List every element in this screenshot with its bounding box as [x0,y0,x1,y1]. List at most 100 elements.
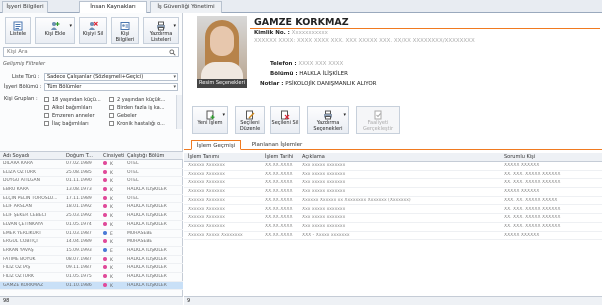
table-row[interactable]: Xxxxxx Xxxxxxx XX.XX.XXXX Xxx xxxxx xxxxxx… [184,214,602,223]
cell-birthdate: 07.02.1989 [66,161,92,166]
history-grid-header: İşlem Tanımı İşlem Tarihi Açıklama Sorum… [184,153,602,162]
table-row[interactable]: ERKAN YAVAŞ 15.09.1993 E HALKLA İLİŞKİLER [0,247,183,256]
chevron-down-icon[interactable]: ▾ [343,112,346,118]
table-row[interactable]: ELİZA ÖZTÜRK 25.08.1985 K OTEL [0,169,183,178]
table-row[interactable]: Xxxxxx Xxxxxxx XX.XX.XXXX Xxx xxxxx xxxxxx… [184,206,602,215]
cell-name: ERKAN YAVAŞ [3,247,34,253]
advanced-filters-header[interactable]: Gelişmiş Filtreler [3,61,45,67]
photo-options-button[interactable]: Resim Seçenekleri [197,79,247,88]
new-action-button[interactable]: Yeni İşlem ▾ [192,106,228,134]
print-options-button[interactable]: Yazdırma Seçenekleri ▾ [307,106,349,134]
table-row[interactable]: Xxxxxx Xxxxxxx XX.XX.XXXX Xxxxxx Xxxxxx xx… [184,197,602,206]
group-checkbox[interactable]: Gebeler [109,112,137,120]
cell-department: HALKLA İLİŞKİLER [127,247,167,253]
table-row[interactable]: ELÇİN PELİN TOROSLU... 17.11.1989 K OTEL [0,195,183,204]
cell-gender: K [103,239,125,245]
chevron-down-icon[interactable]: ▾ [222,112,225,118]
cell-birthdate: 25.08.1985 [66,169,92,175]
print-options-label: Yazdırma Seçenekleri [313,120,343,132]
list-type-select[interactable]: Sadece Çalışanlar (Sözleşmeli+Geçici) ▾ [44,73,178,81]
cell-responsible: XXXXX XXXXXX [504,163,540,168]
cell-action-date: XX.XX.XXXX [265,189,293,195]
complete-activity-button[interactable]: Faaliyeti Gerçekleştir [356,106,400,134]
cell-action-date: XX.XX.XXXX [265,232,293,238]
cell-responsible: XXX. XX. XXXXX XXXXX [504,197,558,203]
group-checkbox[interactable]: 2 yaşından küçük... [109,96,165,104]
table-row[interactable]: Xxxxxx Xxxxxxx XX.XX.XXXX Xxx xxxxx xxxxxx… [184,223,602,232]
person-info-label: Kişi Bilgileri [115,31,135,43]
groups-scrollbar[interactable] [176,95,182,129]
column-action-date[interactable]: İşlem Tarihi [265,154,293,160]
table-row[interactable]: Xxxxxx Xxxxxxx XX.XX.XXXX Xxx xxxxx xxxxxx… [184,171,602,180]
table-row[interactable]: ELİF ARSLAN 18.01.1992 K HALKLA İLİŞKİLER [0,203,183,213]
column-birthdate[interactable]: Doğum T... [66,153,93,159]
table-row[interactable]: ELİF ŞEKER CEBECİ 25.03.1992 K HALKLA İLİŞK… [0,212,183,221]
table-row[interactable]: FİLİZ ÖZTAŞ 09.11.1987 K HALKLA İLİŞKİLER [0,264,183,273]
table-row[interactable]: DİLARA KARA 07.02.1989 K OTEL [0,160,183,169]
cell-gender: K [103,169,125,176]
cell-birthdate: 01.10.1986 [66,282,92,288]
person-search-input[interactable] [7,48,167,56]
group-checkbox[interactable]: Emzeren anneler [44,112,95,120]
person-info-button[interactable]: Kişi Bilgileri [111,17,139,44]
cell-birthdate: 01.11.1990 [66,178,92,184]
table-row[interactable]: GAMZE KORKMAZ 01.10.1986 K HALKLA İLİŞKİLER [0,281,183,291]
cell-birthdate: 01.05.1975 [66,273,92,279]
group-checkbox[interactable]: Birden fazla iş ka... [109,104,165,112]
people-grid: DİLARA KARA 07.02.1989 K OTEL ELİZA ÖZTÜRK 25… [0,160,183,291]
table-row[interactable]: Xxxxxx Xxxxxxx XX.XX.XXXX Xxx xxxxx xxxxxx… [184,162,602,171]
cell-gender: K [103,265,125,271]
tab-history[interactable]: İşlem Geçmişi [191,140,241,150]
group-checkbox[interactable]: 18 yaşından küçü... [44,96,101,104]
list-button-label: Listele [9,31,27,37]
print-lists-button[interactable]: Yazdırma Listeleri ▾ [143,17,179,44]
group-checkbox[interactable]: İlaç bağımlıları [44,120,89,128]
table-row[interactable]: FATİME BOYUK 08.07.1987 K HALKLA İLİŞKİLER [0,256,183,265]
person-search[interactable] [3,47,179,57]
delete-person-label: Kişiyi Sil [82,31,104,37]
list-button[interactable]: Listele [5,17,31,44]
cell-description: XXX - Xxxxx xxxxxxx [302,232,350,238]
chevron-down-icon[interactable]: ▾ [173,23,176,29]
table-row[interactable]: ERGÜL CÖBİTÇİ 14.04.1989 K MUHASEBE [0,238,183,247]
column-department[interactable]: Çalıştığı Bölüm [127,153,164,159]
gender-icon [103,282,107,287]
delete-person-button[interactable]: Kişiyi Sil [79,17,107,44]
person-photo [197,16,247,85]
add-person-button[interactable]: Kişi Ekle ▾ [35,17,75,44]
address-value: XXXXXX XXXX: XXXX XXXX XXX. XXX XXXXX XX… [254,38,475,44]
cell-description: Xxx xxxxx xxxxxxx [302,206,346,212]
column-gender[interactable]: Cinsiyeti [103,153,124,159]
table-row[interactable]: EMER YERLİKURT 01.03.1987 E MUHASEBE [0,230,183,239]
table-row[interactable]: DUYGU ATILGAN 01.11.1990 K OTEL [0,177,183,187]
notes-value: PSİKOLOJİK DANIŞMANLIK ALIYOR [285,81,377,87]
table-row[interactable]: ELVAN ÇETİNKAYA 01.05.1974 K HALKLA İLİŞKİL… [0,221,183,230]
table-row[interactable]: FİLİZ ÖZTÜRK 01.05.1975 K HALKLA İLİŞKİLER [0,273,183,282]
history-toolbar: Yeni İşlem ▾ Seçileni Düzenle Seçileni S… [184,103,602,136]
cell-responsible: XX. XXX. XXXXX XXXXXX [504,215,561,221]
cell-gender: E [103,247,125,254]
department-select[interactable]: Tüm Bölümler ▾ [44,83,178,91]
history-tabs: İşlem Geçmişi Planlanan İşlemler [184,139,602,150]
cell-department: HALKLA İLİŞKİLER [127,265,167,271]
table-row[interactable]: Xxxxxx Xxxxx Xxxxxxxx XX.XX.XXXX XXX - Xxx… [184,232,602,241]
edit-selected-button[interactable]: Seçileni Düzenle [235,106,265,134]
column-responsible[interactable]: Sorumlu Kişi [504,154,535,160]
cell-name: ELÇİN PELİN TOROSLU... [3,195,58,201]
cell-department: OTEL [127,169,139,175]
search-icon[interactable] [169,49,176,56]
table-row[interactable]: Xxxxxx Xxxxxxx XX.XX.XXXX Xxx xxxxx xxxxxx… [184,188,602,197]
tab-workplace-info[interactable]: İşyeri Bilgileri [2,1,48,13]
tab-planned[interactable]: Planlanan İşlemler [247,140,307,150]
table-row[interactable]: Xxxxxx Xxxxxxx XX.XX.XXXX Xxx xxxxx xxxxxx… [184,179,602,189]
column-action[interactable]: İşlem Tanımı [188,154,219,160]
chevron-down-icon[interactable]: ▾ [69,23,72,29]
group-checkbox[interactable]: Kronik hastalığı o... [109,120,165,128]
table-row[interactable]: EBRU KARA 13.08.1973 K HALKLA İLİŞKİLER [0,186,183,195]
cell-action: Xxxxxx Xxxxxxx [188,163,225,168]
group-checkbox[interactable]: Alkol bağımlıları [44,104,92,112]
delete-selected-button[interactable]: Seçileni Sil [270,106,300,134]
column-description[interactable]: Açıklama [302,154,325,160]
tab-occupational-safety[interactable]: İş Güvenliği Yönetimi [150,1,222,13]
column-name[interactable]: Adı Soyadı [3,153,29,159]
